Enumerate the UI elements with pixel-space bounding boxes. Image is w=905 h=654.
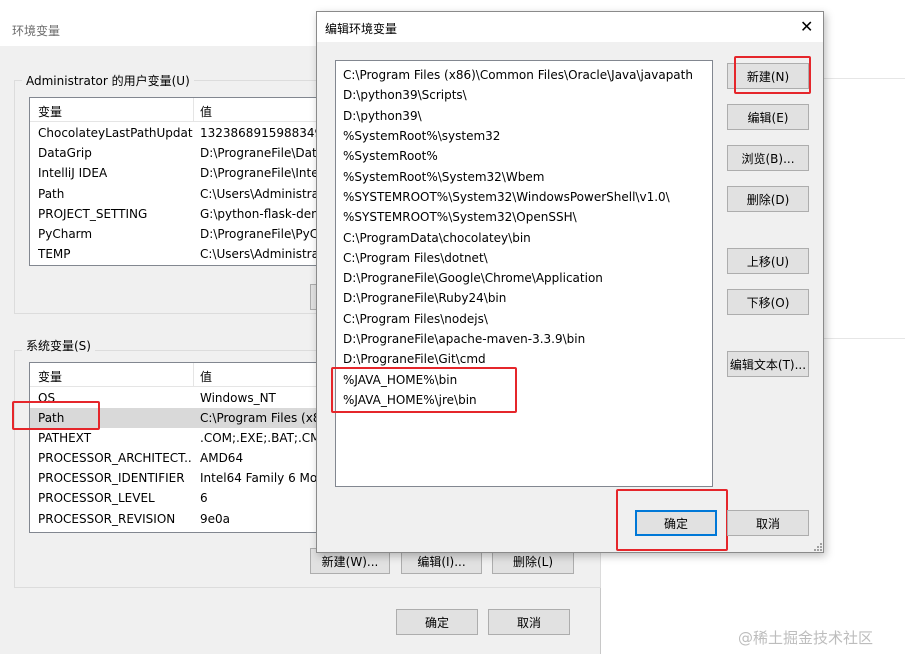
table-row[interactable]: PROJECT_SETTING G:\python-flask-dem (30, 204, 358, 224)
resize-grip-icon[interactable] (813, 542, 823, 552)
env-cancel-button[interactable]: 取消 (488, 609, 570, 635)
table-row[interactable]: Path C:\Users\Administrat (30, 184, 358, 204)
watermark-text: @稀土掘金技术社区 (738, 629, 874, 647)
var-name: PATHEXT (38, 431, 92, 445)
var-value: .COM;.EXE;.BAT;.CMD (200, 431, 330, 445)
env-window-title: 环境变量 (12, 24, 61, 38)
column-header-value[interactable]: 值 (200, 103, 212, 120)
var-value: C:\Users\Administrat (200, 187, 324, 201)
list-item[interactable]: %SYSTEMROOT%\System32\WindowsPowerShell\… (343, 187, 670, 207)
var-name: ChocolateyLastPathUpdate (38, 126, 193, 140)
divider (824, 78, 905, 79)
var-value: AMD64 (200, 451, 244, 465)
edit-text-button[interactable]: 编辑文本(T)... (727, 351, 809, 377)
table-row[interactable]: PROCESSOR_LEVEL 6 (30, 488, 358, 508)
column-separator[interactable] (193, 98, 194, 122)
list-item[interactable]: C:\Program Files (x86)\Common Files\Orac… (343, 65, 693, 85)
dialog-titlebar: 编辑环境变量 ✕ (317, 12, 823, 42)
close-icon[interactable]: ✕ (800, 17, 813, 36)
list-item[interactable]: C:\ProgramData\chocolatey\bin (343, 228, 531, 248)
var-value: G:\python-flask-dem (200, 207, 323, 221)
user-variables-header: 变量 值 (30, 98, 358, 122)
list-item[interactable]: D:\python39\ (343, 106, 422, 126)
browse-button[interactable]: 浏览(B)... (727, 145, 809, 171)
var-value: Windows_NT (200, 391, 276, 405)
var-value: D:\PrograneFile\Data (200, 146, 325, 160)
var-value: 6 (200, 491, 208, 505)
table-row[interactable]: PyCharm D:\PrograneFile\PyC (30, 224, 358, 244)
var-name: PROCESSOR_ARCHITECT... (38, 451, 193, 465)
var-name: PROCESSOR_REVISION (38, 512, 176, 526)
path-highlight-box (12, 401, 100, 430)
var-value: 9e0a (200, 512, 231, 526)
list-item[interactable]: D:\PrograneFile\Git\cmd (343, 349, 486, 369)
var-value: 13238689159883497 (200, 126, 330, 140)
table-row[interactable]: PROCESSOR_REVISION 9e0a (30, 509, 358, 529)
path-list[interactable]: C:\Program Files (x86)\Common Files\Orac… (335, 60, 713, 487)
var-name: PROCESSOR_LEVEL (38, 491, 155, 505)
list-item[interactable]: D:\PrograneFile\Google\Chrome\Applicatio… (343, 268, 603, 288)
var-value: D:\PrograneFile\Inte (200, 166, 319, 180)
list-item[interactable]: C:\Program Files\dotnet\ (343, 248, 488, 268)
cancel-button[interactable]: 取消 (727, 510, 809, 536)
var-name: PROJECT_SETTING (38, 207, 148, 221)
new-button-highlight-box (734, 56, 811, 94)
divider (824, 338, 905, 339)
column-header-name[interactable]: 变量 (38, 103, 62, 120)
var-value: Intel64 Family 6 Mod (200, 471, 325, 485)
system-variables-group-title: 系统变量(S) (22, 337, 95, 354)
list-item[interactable]: D:\PrograneFile\Ruby24\bin (343, 288, 506, 308)
var-name: Path (38, 187, 65, 201)
table-row[interactable]: PROCESSOR_ARCHITECT... AMD64 (30, 448, 358, 468)
list-item[interactable]: C:\Program Files\nodejs\ (343, 309, 488, 329)
var-name: TEMP (38, 247, 71, 261)
ok-button-highlight-box (616, 489, 728, 551)
list-item[interactable]: %SYSTEMROOT%\System32\OpenSSH\ (343, 207, 577, 227)
table-row[interactable]: TEMP C:\Users\Administrat (30, 244, 358, 264)
user-variables-group-title: Administrator 的用户变量(U) (22, 72, 194, 89)
column-separator[interactable] (193, 363, 194, 387)
var-value: C:\Program Files (x86 (200, 411, 329, 425)
table-row[interactable]: DataGrip D:\PrograneFile\Data (30, 143, 358, 163)
table-row[interactable]: PROCESSOR_IDENTIFIER Intel64 Family 6 Mod (30, 468, 358, 488)
list-item[interactable]: %SystemRoot%\system32 (343, 126, 500, 146)
env-ok-button[interactable]: 确定 (396, 609, 478, 635)
list-item[interactable]: %SystemRoot% (343, 146, 438, 166)
edit-button[interactable]: 编辑(E) (727, 104, 809, 130)
move-up-button[interactable]: 上移(U) (727, 248, 809, 274)
move-down-button[interactable]: 下移(O) (727, 289, 809, 315)
user-variables-list[interactable]: 变量 值 ChocolateyLastPathUpdate 13238689159… (29, 97, 359, 266)
var-value: D:\PrograneFile\PyC (200, 227, 319, 241)
var-name: DataGrip (38, 146, 92, 160)
edit-environment-variable-dialog: 编辑环境变量 ✕ C:\Program Files (x86)\Common F… (316, 11, 824, 553)
table-row[interactable]: PATHEXT .COM;.EXE;.BAT;.CMD (30, 428, 358, 448)
java-home-highlight-box (331, 367, 517, 413)
var-name: PROCESSOR_IDENTIFIER (38, 471, 185, 485)
var-value: C:\Users\Administrat (200, 247, 324, 261)
list-item[interactable]: D:\PrograneFile\apache-maven-3.3.9\bin (343, 329, 585, 349)
column-header-value[interactable]: 值 (200, 368, 212, 385)
table-row[interactable]: IntelliJ IDEA D:\PrograneFile\Inte (30, 163, 358, 183)
list-item[interactable]: %SystemRoot%\System32\Wbem (343, 167, 544, 187)
dialog-title: 编辑环境变量 (325, 22, 398, 36)
var-name: IntelliJ IDEA (38, 166, 108, 180)
delete-button[interactable]: 删除(D) (727, 186, 809, 212)
list-item[interactable]: D:\python39\Scripts\ (343, 85, 467, 105)
var-name: PyCharm (38, 227, 93, 241)
system-variables-list[interactable]: 变量 值 OS Windows_NT Path C:\Program Files (… (29, 362, 359, 533)
system-variables-header: 变量 值 (30, 363, 358, 387)
table-row[interactable]: ChocolateyLastPathUpdate 1323868915988349… (30, 123, 358, 143)
column-header-name[interactable]: 变量 (38, 368, 62, 385)
